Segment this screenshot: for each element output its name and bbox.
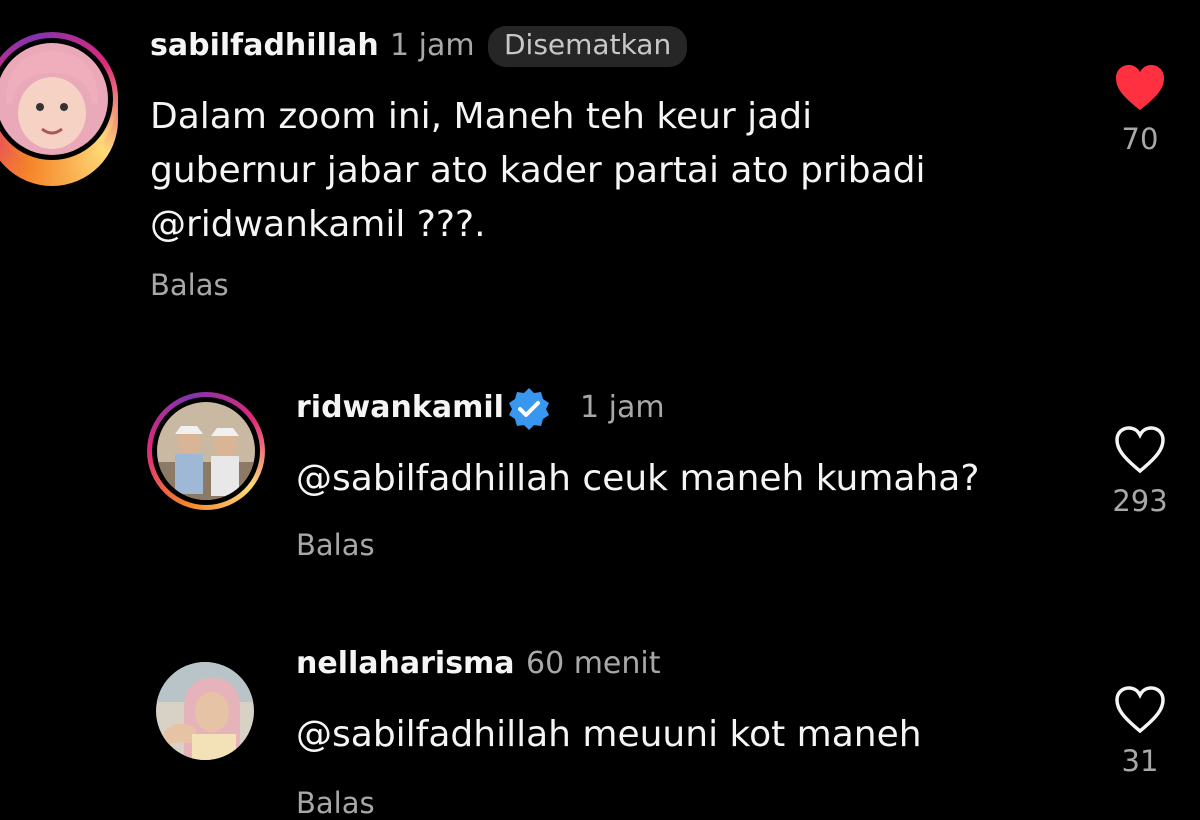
comment-text-line: gubernur jabar ato kader partai ato prib… <box>150 150 926 191</box>
comment-text: Dalam zoom ini, Maneh teh keur jadi gube… <box>150 90 926 252</box>
reply-button[interactable]: Balas <box>296 786 375 820</box>
like-control: 31 <box>1100 686 1180 778</box>
comment-text-line: @sabilfadhillah meuuni kot maneh <box>296 714 922 755</box>
comment-timestamp: 1 jam <box>390 28 475 63</box>
comment-username[interactable]: ridwankamil <box>296 390 504 425</box>
comment-item: ridwankamil 1 jam @sabilfadhillah ceuk m… <box>0 380 1200 600</box>
like-count: 70 <box>1121 122 1159 156</box>
heart-icon[interactable] <box>1114 426 1166 474</box>
avatar-photo <box>157 402 255 500</box>
avatar-photo <box>0 43 108 155</box>
like-control: 70 <box>1100 64 1180 156</box>
comment-text: @sabilfadhillah meuuni kot maneh <box>296 708 922 762</box>
pinned-badge: Disematkan <box>488 26 688 67</box>
reply-button[interactable]: Balas <box>296 528 375 562</box>
comment-timestamp: 60 menit <box>526 646 661 681</box>
heart-icon[interactable] <box>1114 686 1166 734</box>
like-count: 293 <box>1112 484 1168 518</box>
mention-link[interactable]: @ridwankamil ???. <box>150 204 486 245</box>
comment-item: nellaharisma 60 menit @sabilfadhillah me… <box>0 640 1200 820</box>
avatar[interactable] <box>156 662 254 760</box>
comment-text-line: @sabilfadhillah ceuk maneh kumaha? <box>296 458 980 499</box>
avatar-photo <box>156 662 254 760</box>
comment-username[interactable]: nellaharisma <box>296 646 515 681</box>
comment-text-line: @ridwankamil ???. <box>150 198 926 252</box>
avatar[interactable] <box>147 392 265 510</box>
reply-button[interactable]: Balas <box>150 268 229 302</box>
like-count: 31 <box>1121 744 1159 778</box>
comment-username[interactable]: sabilfadhillah <box>150 28 379 63</box>
comment-item: sabilfadhillah 1 jam Disematkan Dalam zo… <box>0 0 1200 330</box>
verified-badge-icon <box>509 388 549 430</box>
like-control: 293 <box>1100 426 1180 518</box>
heart-icon[interactable] <box>1114 64 1166 112</box>
comment-timestamp: 1 jam <box>580 390 665 425</box>
comment-text-line: Dalam zoom ini, Maneh teh keur jadi <box>150 96 813 137</box>
comment-text: @sabilfadhillah ceuk maneh kumaha? <box>296 452 979 506</box>
